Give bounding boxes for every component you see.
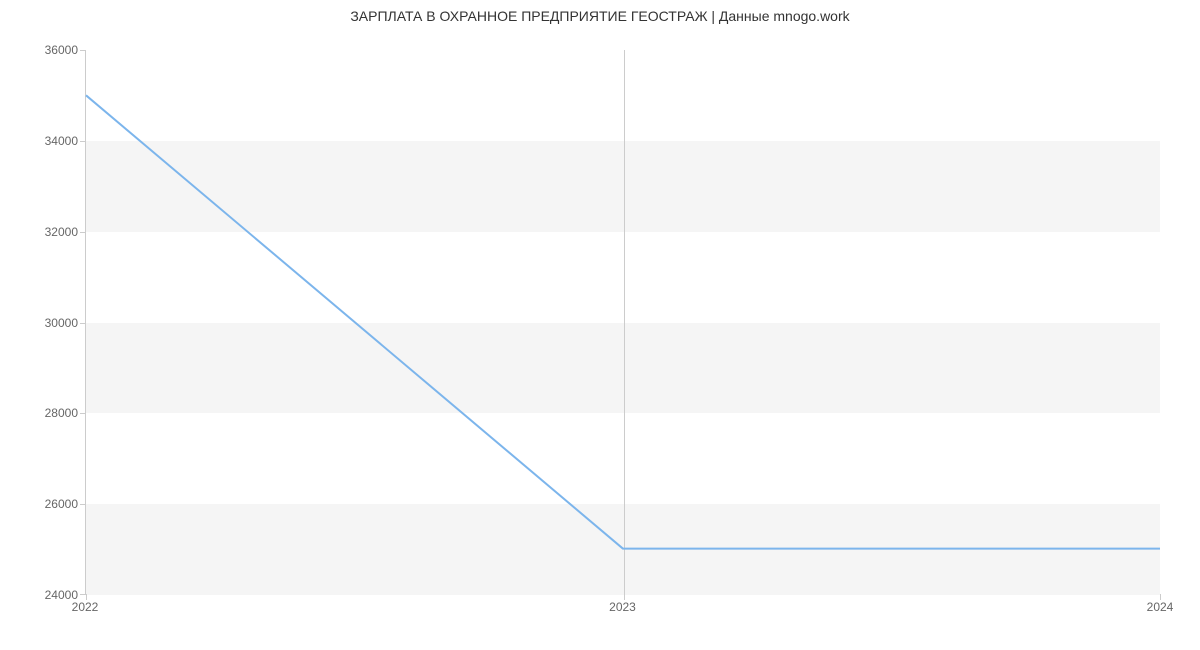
- x-tick-label: 2022: [72, 600, 99, 614]
- y-tick-label: 30000: [45, 316, 78, 330]
- chart-title: ЗАРПЛАТА В ОХРАННОЕ ПРЕДПРИЯТИЕ ГЕОСТРАЖ…: [0, 8, 1200, 24]
- y-tick-label: 32000: [45, 225, 78, 239]
- salary-chart: ЗАРПЛАТА В ОХРАННОЕ ПРЕДПРИЯТИЕ ГЕОСТРАЖ…: [0, 0, 1200, 650]
- x-tick: [1160, 594, 1161, 600]
- x-tick: [86, 594, 87, 600]
- y-tick-label: 34000: [45, 134, 78, 148]
- plot-area: [85, 50, 1160, 595]
- x-tick-label: 2024: [1147, 600, 1174, 614]
- data-line: [86, 50, 1160, 594]
- y-tick-label: 28000: [45, 406, 78, 420]
- x-tick: [624, 594, 625, 600]
- y-tick-label: 36000: [45, 43, 78, 57]
- x-tick-label: 2023: [609, 600, 636, 614]
- y-tick-label: 26000: [45, 497, 78, 511]
